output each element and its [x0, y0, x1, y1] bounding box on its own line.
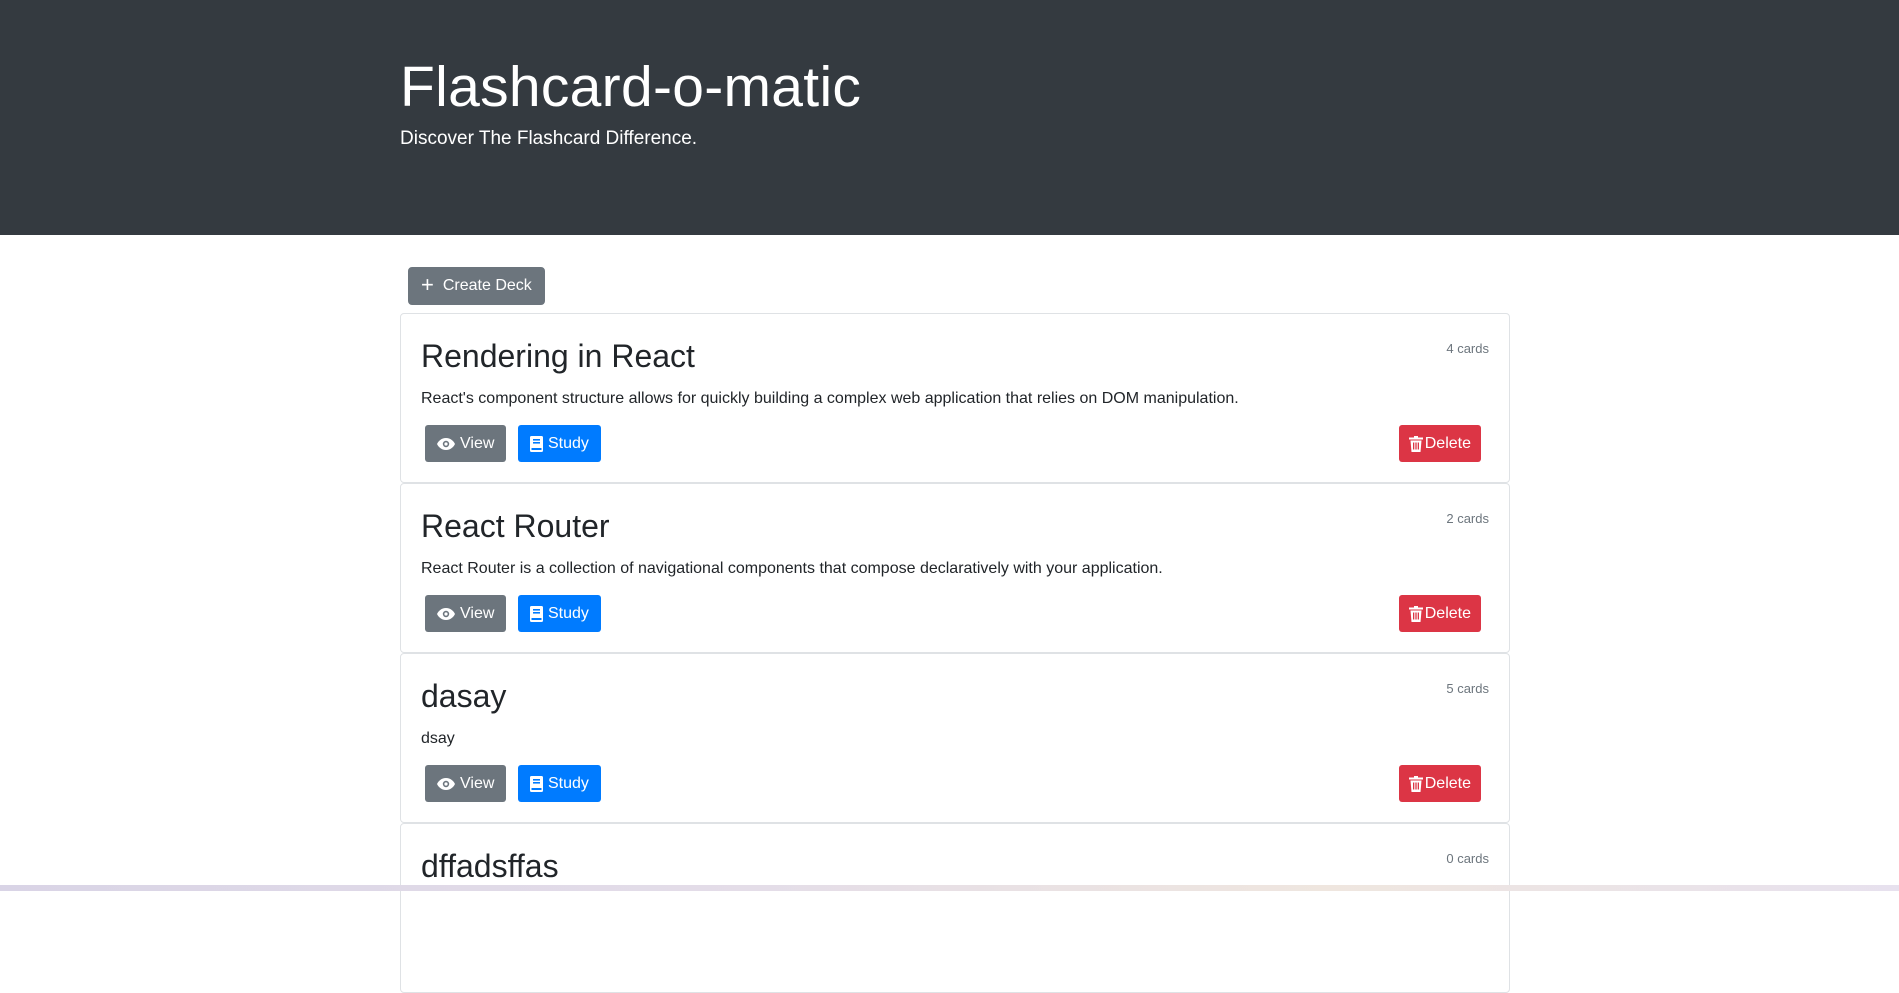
book-icon [530, 435, 543, 452]
delete-label: Delete [1424, 434, 1471, 452]
view-deck-button[interactable]: View [425, 595, 507, 632]
study-deck-button[interactable]: Study [518, 425, 601, 462]
create-deck-label: Create Deck [442, 277, 532, 294]
deck-title: dffadsffas [421, 848, 559, 884]
create-deck-button[interactable]: + Create Deck [408, 267, 545, 305]
delete-deck-button[interactable]: Delete [1398, 595, 1481, 632]
deck-description: dsay [421, 730, 455, 747]
deck-title: Rendering in React [421, 338, 695, 374]
deck-description: React's component structure allows for q… [421, 390, 1239, 407]
page-header: Flashcard-o-matic Discover The Flashcard… [0, 0, 1899, 235]
deck-card-count: 0 cards [1446, 851, 1489, 866]
deck-card-count: 2 cards [1446, 511, 1489, 526]
study-deck-button[interactable]: Study [518, 595, 601, 632]
window-bottom-edge [0, 885, 1899, 891]
deck-card: React Router 2 cards React Router is a c… [400, 483, 1510, 653]
delete-label: Delete [1424, 774, 1471, 792]
delete-deck-button[interactable]: Delete [1398, 425, 1481, 462]
eye-icon [437, 607, 455, 620]
deck-title: React Router [421, 508, 610, 544]
deck-card: dffadsffas 0 cards [400, 823, 1510, 993]
deck-card: dasay 5 cards dsay View Study Delete [400, 653, 1510, 823]
deck-card: Rendering in React 4 cards React's compo… [400, 313, 1510, 483]
view-deck-button[interactable]: View [425, 425, 507, 462]
study-label: Study [548, 604, 589, 622]
book-icon [530, 605, 543, 622]
page-title: Flashcard-o-matic [400, 55, 862, 119]
study-label: Study [548, 774, 589, 792]
eye-icon [437, 437, 455, 450]
trash-icon [1408, 605, 1423, 622]
delete-label: Delete [1424, 604, 1471, 622]
trash-icon [1408, 435, 1423, 452]
header-content: Flashcard-o-matic Discover The Flashcard… [400, 52, 861, 150]
deck-card-count: 4 cards [1446, 341, 1489, 356]
deck-title: dasay [421, 678, 507, 714]
deck-list: Rendering in React 4 cards React's compo… [400, 313, 1510, 993]
view-deck-button[interactable]: View [425, 765, 507, 802]
trash-icon [1408, 775, 1423, 792]
page-subtitle: Discover The Flashcard Difference. [400, 128, 698, 149]
view-label: View [460, 604, 495, 622]
study-label: Study [548, 434, 589, 452]
plus-icon: + [421, 272, 434, 297]
eye-icon [437, 777, 455, 790]
delete-deck-button[interactable]: Delete [1398, 765, 1481, 802]
study-deck-button[interactable]: Study [518, 765, 601, 802]
book-icon [530, 775, 543, 792]
view-label: View [460, 434, 495, 452]
deck-card-count: 5 cards [1446, 681, 1489, 696]
view-label: View [460, 774, 495, 792]
deck-description: React Router is a collection of navigati… [421, 560, 1163, 577]
